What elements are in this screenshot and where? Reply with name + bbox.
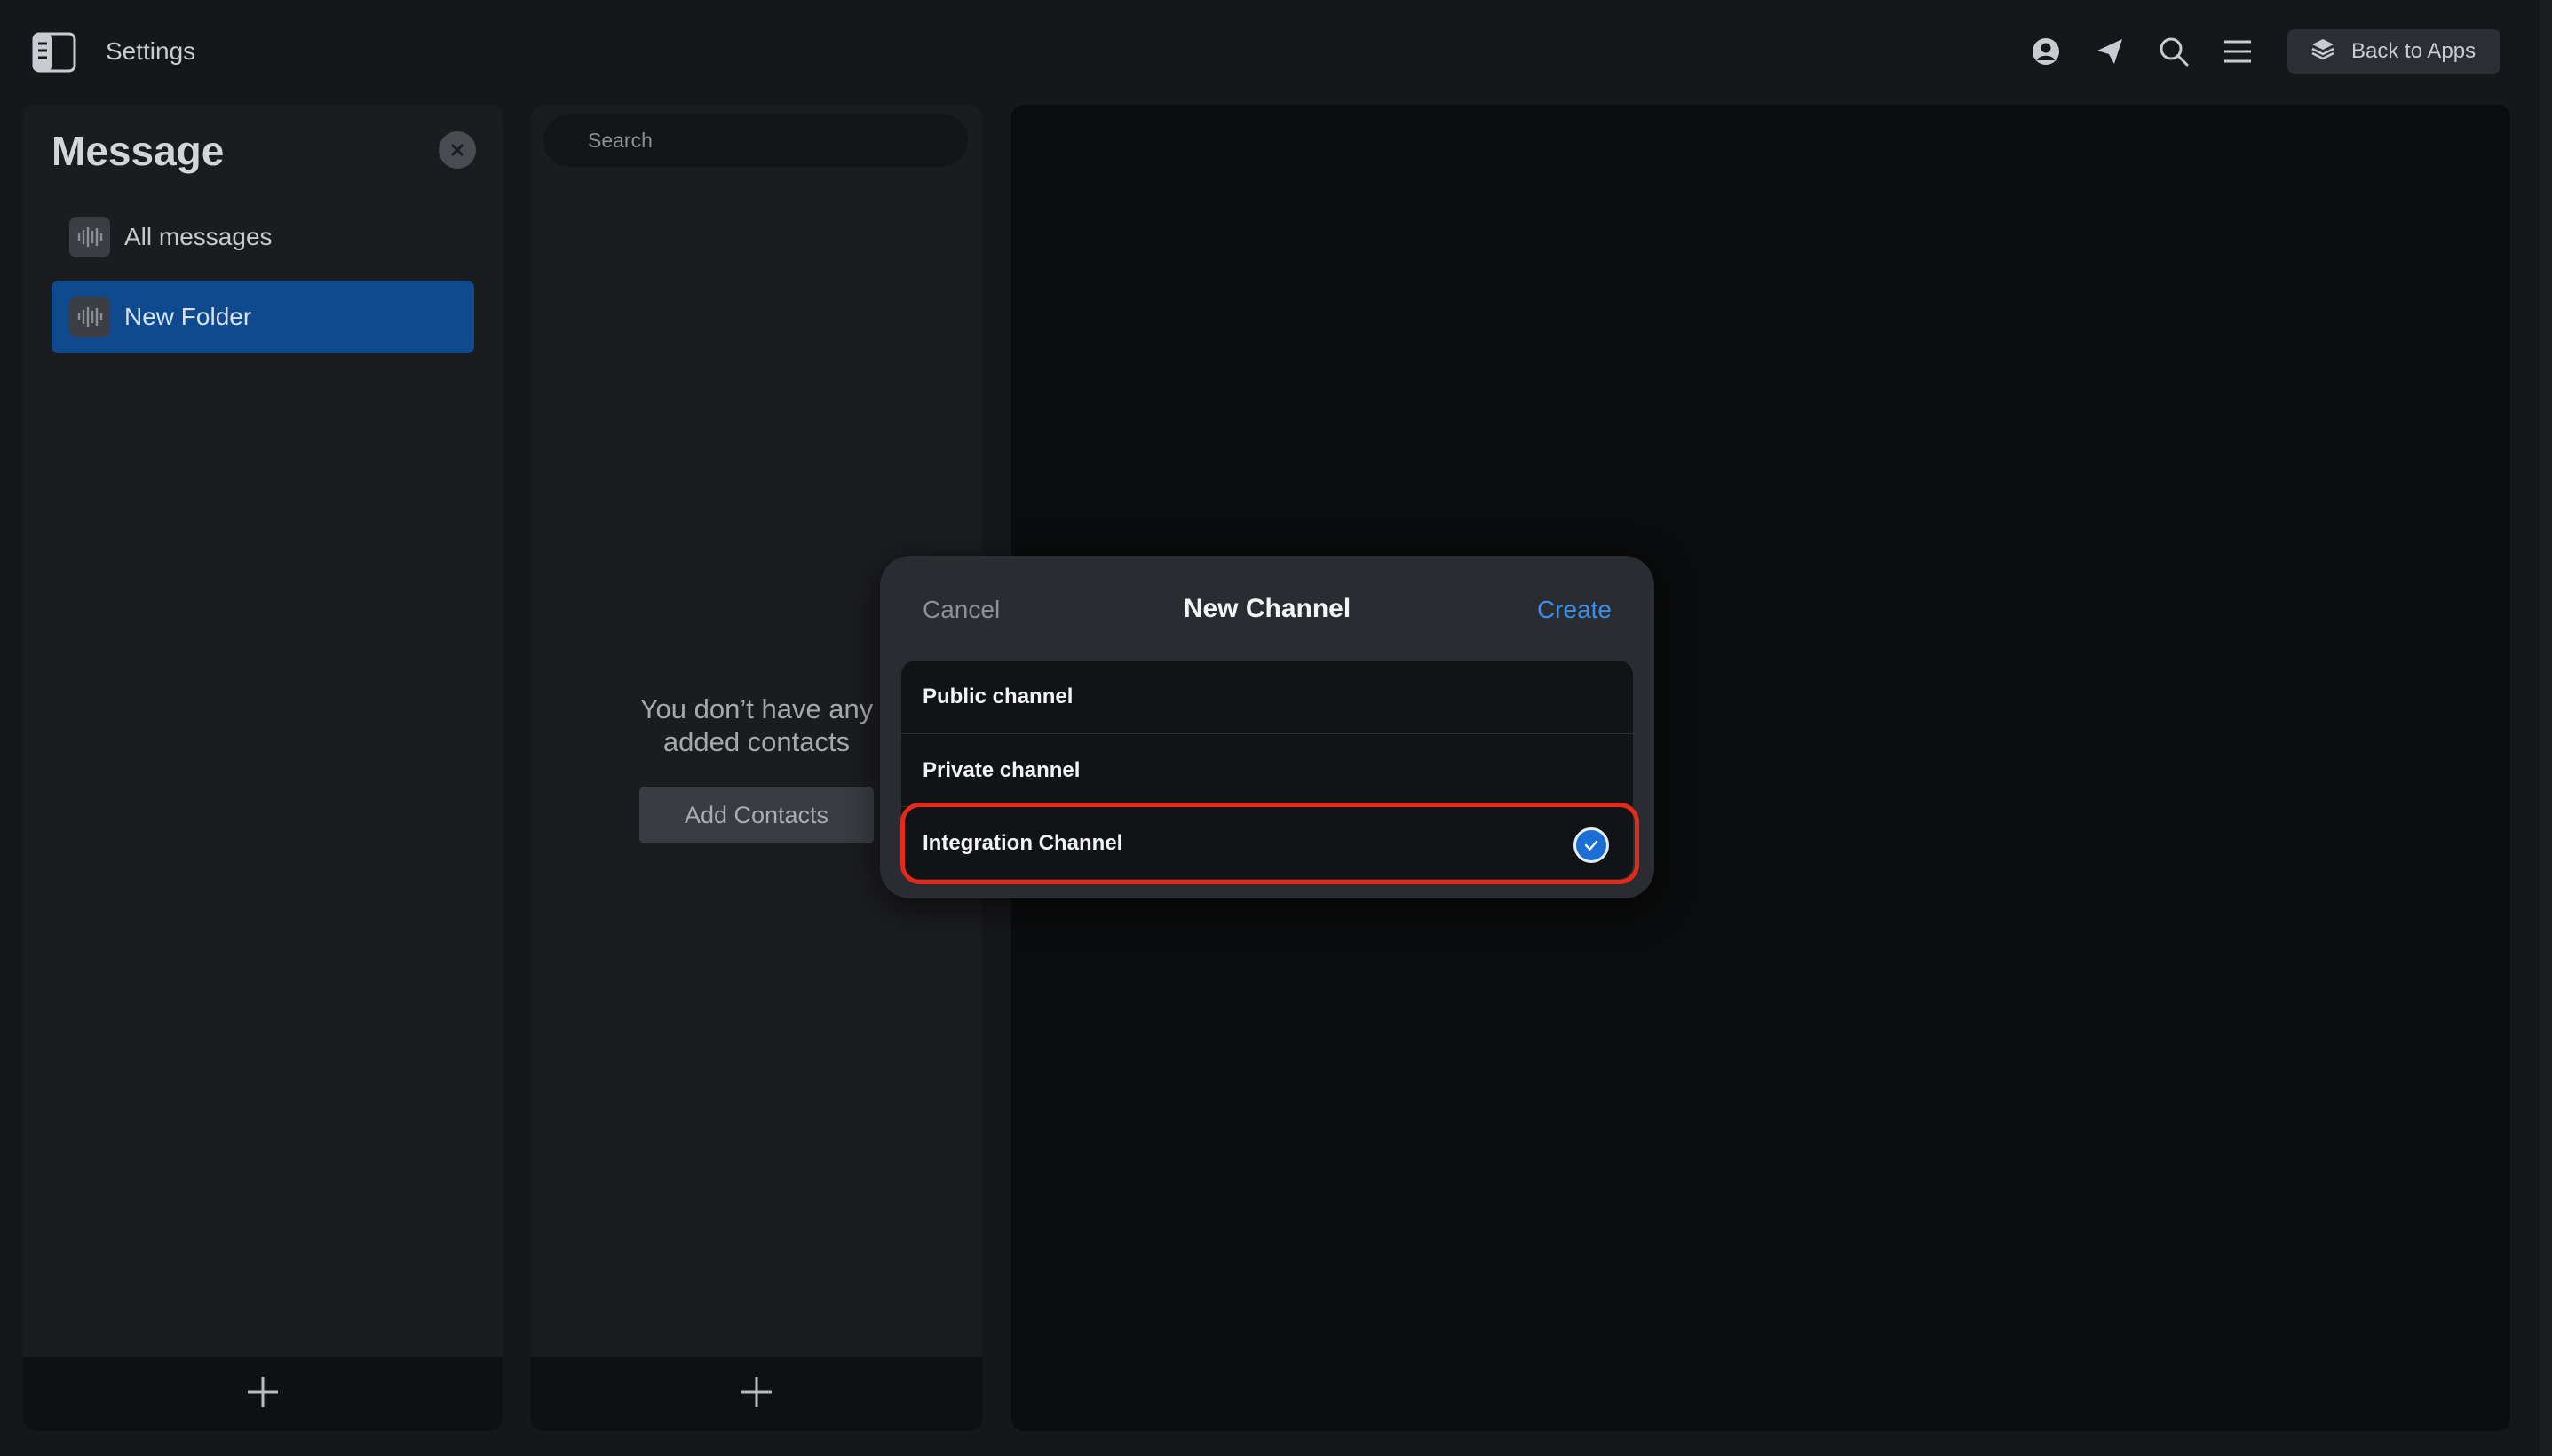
layers-icon bbox=[2310, 36, 2335, 67]
option-public-channel[interactable]: Public channel bbox=[901, 661, 1633, 733]
add-contact-icon[interactable] bbox=[739, 1374, 774, 1414]
option-label: Public channel bbox=[923, 684, 1074, 708]
sidebar-toggle-icon[interactable] bbox=[32, 32, 76, 73]
close-icon[interactable] bbox=[439, 131, 476, 169]
option-label: Private channel bbox=[923, 757, 1081, 782]
waveform-icon bbox=[69, 217, 110, 257]
search-input[interactable] bbox=[586, 127, 968, 154]
scrollbar[interactable] bbox=[2540, 0, 2552, 1456]
channel-type-list: Public channel Private channel Integrati… bbox=[901, 661, 1633, 879]
folder-label: All messages bbox=[124, 223, 273, 250]
back-to-apps-label: Back to Apps bbox=[2351, 39, 2477, 63]
panel-title: Message bbox=[52, 128, 225, 174]
top-bar: Settings Back to Apps bbox=[0, 0, 2552, 103]
contacts-panel-footer bbox=[531, 1357, 982, 1431]
create-button[interactable]: Create bbox=[1537, 596, 1612, 624]
option-private-channel[interactable]: Private channel bbox=[901, 733, 1633, 806]
add-folder-icon[interactable] bbox=[245, 1374, 281, 1414]
checkmark-icon bbox=[1573, 827, 1609, 863]
menu-icon[interactable] bbox=[2220, 34, 2255, 69]
back-to-apps-button[interactable]: Back to Apps bbox=[2287, 29, 2500, 74]
user-icon[interactable] bbox=[2028, 34, 2064, 69]
page-title: Settings bbox=[106, 37, 196, 65]
send-icon[interactable] bbox=[2092, 34, 2128, 69]
waveform-icon bbox=[69, 297, 110, 337]
search-box bbox=[543, 114, 968, 167]
add-contacts-button[interactable]: Add Contacts bbox=[639, 787, 874, 843]
folder-item-all-messages[interactable]: All messages bbox=[52, 201, 474, 273]
folder-label: New Folder bbox=[124, 303, 252, 330]
search-icon[interactable] bbox=[2156, 34, 2191, 69]
folder-panel: Message All messages New Folder bbox=[23, 105, 503, 1431]
option-label: Integration Channel bbox=[923, 830, 1123, 855]
option-integration-channel[interactable]: Integration Channel bbox=[901, 806, 1633, 879]
folder-panel-footer bbox=[23, 1357, 503, 1431]
folder-item-new-folder[interactable]: New Folder bbox=[52, 281, 474, 353]
new-channel-dialog: Cancel New Channel Create Public channel… bbox=[880, 556, 1654, 898]
